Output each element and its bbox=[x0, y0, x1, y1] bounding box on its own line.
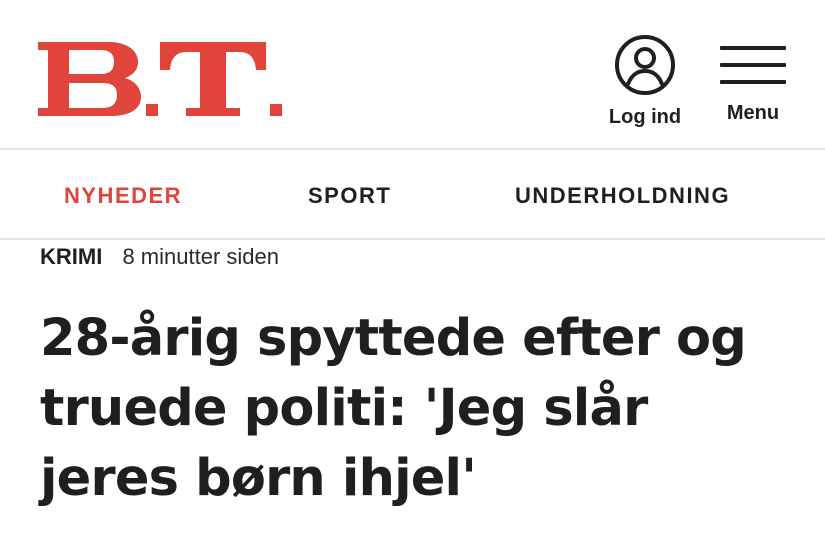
hamburger-icon bbox=[720, 46, 786, 86]
article-section[interactable]: KRIMI bbox=[40, 244, 102, 269]
article-headline[interactable]: 28-årig spyttede efter og truede politi:… bbox=[40, 304, 800, 514]
article-timestamp: 8 minutter siden bbox=[122, 244, 279, 269]
nav-item-underholdning[interactable]: UNDERHOLDNING bbox=[515, 183, 730, 209]
bt-logo[interactable] bbox=[38, 42, 288, 116]
login-label: Log ind bbox=[608, 106, 682, 128]
article-meta: KRIMI 8 minutter siden bbox=[40, 244, 279, 274]
login-button[interactable]: Log ind bbox=[600, 34, 690, 134]
site-header: Log ind Menu bbox=[0, 0, 825, 150]
section-nav: NYHEDER SPORT UNDERHOLDNING bbox=[0, 150, 825, 240]
menu-button[interactable]: Menu bbox=[718, 46, 788, 136]
menu-label: Menu bbox=[726, 102, 780, 124]
nav-item-nyheder[interactable]: NYHEDER bbox=[64, 183, 182, 209]
user-circle-icon bbox=[615, 35, 675, 95]
bt-logo-icon bbox=[38, 42, 282, 116]
nav-item-sport[interactable]: SPORT bbox=[308, 183, 391, 209]
